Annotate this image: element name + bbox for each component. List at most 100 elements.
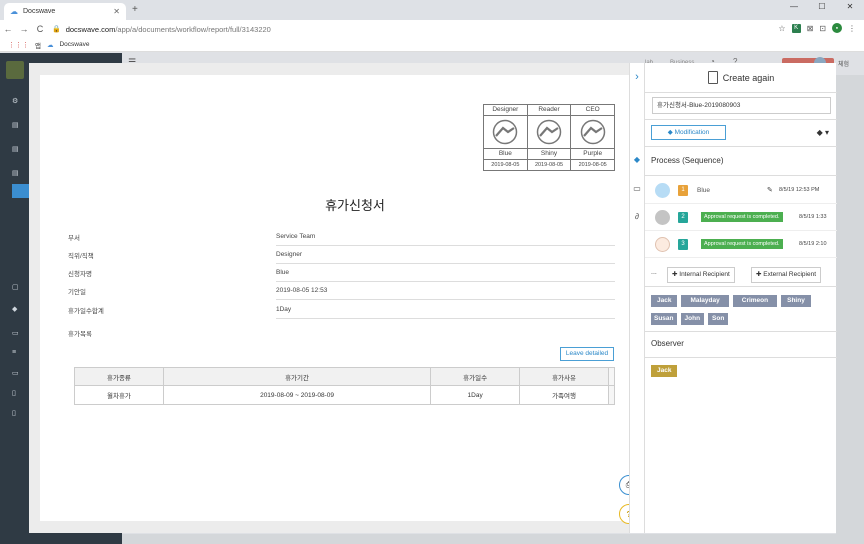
status-badge: Approval request is completed.	[701, 239, 783, 249]
side-panel: Create again 휴가신청서-Blue-2019080903 ◆ Mod…	[644, 63, 837, 533]
approval-col-designer: Designer Blue 2019-08-05	[484, 105, 528, 170]
more-dots[interactable]: ...	[651, 269, 657, 276]
field-label: 휴가목록	[68, 331, 92, 338]
screenshot-extension-icon[interactable]: ⊠	[807, 24, 814, 33]
field-department: 부서 Service Team	[68, 228, 615, 246]
panel-title: Create again	[722, 72, 775, 83]
sidebar-doc-icon-2: ▤	[12, 146, 19, 153]
field-value: Service Team	[276, 228, 615, 246]
bookmark-docswave[interactable]: Docswave	[59, 41, 89, 48]
field-draft-date: 기안일 2019-08-05 12:53	[68, 282, 615, 300]
create-again-header[interactable]: Create again	[645, 63, 837, 93]
address-bar[interactable]: 🔒 docswave.com/app/a/documents/workflow/…	[52, 22, 774, 36]
field-value: Blue	[276, 264, 615, 282]
kaspersky-extension-icon[interactable]: K	[791, 23, 801, 33]
modification-label: Modification	[674, 129, 710, 136]
internal-recipient-label: Internal Recipient	[679, 271, 730, 278]
app-bg-right	[836, 75, 864, 544]
collapse-panel-chevron-icon[interactable]: ›	[630, 71, 644, 83]
recipient-chip[interactable]: John	[680, 312, 705, 325]
tag-icon: ◆	[667, 129, 675, 136]
bookmark-star-icon[interactable]: ☆	[778, 24, 785, 33]
edit-pencil-icon[interactable]: ✎	[767, 185, 773, 196]
step-number: 3	[678, 239, 688, 250]
recipient-chip[interactable]: Malayday	[681, 295, 729, 307]
approval-name: Blue	[484, 149, 527, 160]
browser-tab[interactable]: ☁ Docswave ✕	[4, 3, 126, 20]
sidebar-box-icon: ▭	[12, 370, 19, 377]
sidebar-monitor-icon: ▭	[12, 330, 19, 337]
browser-toolbar: ← → C 🔒 docswave.com/app/a/documents/wor…	[0, 20, 864, 38]
step-time: 8/5/19 12:53 PM	[779, 187, 820, 193]
approval-role: CEO	[571, 105, 615, 116]
field-label: 부서	[68, 235, 80, 242]
table-cell: 가족여행	[519, 385, 609, 405]
recipient-chip[interactable]: Susan	[651, 312, 677, 325]
divider	[645, 175, 837, 176]
bookmark-apps[interactable]: 앱	[35, 40, 41, 50]
step-user: Blue	[697, 187, 711, 194]
forward-icon[interactable]: →	[16, 24, 32, 34]
process-step-1: 1 Blue ✎ 8/5/19 12:53 PM	[645, 177, 837, 204]
table-header: 휴가사유	[519, 367, 609, 386]
observer-chip[interactable]: Jack	[651, 365, 678, 377]
recipient-chip[interactable]: Son	[708, 312, 729, 325]
field-leave-list: 휴가목록	[68, 324, 615, 342]
app-logo-icon	[6, 61, 24, 79]
field-value: 2019-08-05 12:53	[276, 282, 615, 300]
strip-tag-icon[interactable]: ◆	[630, 155, 644, 164]
menu-kebab-icon[interactable]: ⋮	[848, 24, 856, 33]
user-name: 체험	[838, 62, 850, 68]
approval-stamp-icon	[571, 116, 615, 149]
document-number-field: 휴가신청서-Blue-2019080903	[652, 97, 831, 114]
sidebar-gear-icon: ⚙	[12, 98, 19, 105]
avatar	[655, 210, 670, 225]
reload-icon[interactable]: C	[32, 24, 48, 34]
table-cell: 2019-08-09 ~ 2019-08-09	[162, 385, 432, 405]
close-window-icon[interactable]: ✕	[836, 0, 864, 20]
leave-detailed-button[interactable]: Leave detailed	[560, 347, 614, 361]
tab-close-icon[interactable]: ✕	[113, 7, 120, 16]
recipient-chip[interactable]: Shiny	[781, 295, 811, 307]
table-header: 휴가기간	[162, 367, 432, 386]
step-time: 8/5/19 2:10	[799, 241, 827, 247]
approval-role: Designer	[484, 105, 527, 116]
table-header: 휴가종류	[74, 367, 164, 386]
table-header: 휴가일수	[430, 367, 521, 386]
modification-button[interactable]: ◆ Modification	[651, 125, 726, 140]
approval-col-ceo: CEO Purple 2019-08-05	[571, 105, 615, 170]
profile-avatar-icon[interactable]: ●	[832, 23, 842, 33]
internal-recipient-button[interactable]: ✚ Internal Recipient	[667, 267, 735, 283]
step-number: 2	[678, 212, 688, 223]
process-step-2: 2 Approval request is completed. 8/5/19 …	[645, 204, 837, 231]
recipient-chip[interactable]: Crimeon	[732, 295, 778, 307]
document-title: 휴가신청서	[325, 198, 385, 213]
recipient-chip[interactable]: Jack	[651, 295, 678, 307]
new-tab-icon[interactable]: +	[132, 4, 138, 15]
approval-name: Purple	[571, 149, 615, 160]
sidebar-list-icon: ▯	[12, 410, 16, 417]
app-bg-bottom	[122, 534, 864, 544]
back-icon[interactable]: ←	[0, 24, 16, 34]
strip-comment-icon[interactable]: ▭	[630, 184, 644, 193]
url-host: docswave.com	[65, 24, 116, 34]
sidebar-doc-icon: ▤	[12, 122, 19, 129]
strip-attachment-icon[interactable]: ∂	[630, 212, 644, 221]
lock-icon: 🔒	[52, 26, 61, 33]
document-icon	[707, 71, 718, 84]
modification-row: ◆ Modification ◆ ▾	[645, 119, 837, 147]
bookmarks-bar: ⋮⋮⋮ 앱 ☁ Docswave	[0, 38, 864, 52]
recipient-row: ... ✚ Internal Recipient ✚ External Reci…	[645, 263, 837, 287]
maximize-icon[interactable]: ☐	[808, 0, 836, 20]
leave-table: 휴가종류 휴가기간 휴가일수 휴가사유 월차휴가 2019-08-09 ~ 20…	[74, 367, 615, 405]
extension-puzzle-icon[interactable]: ⊡	[819, 24, 826, 33]
minimize-icon[interactable]: —	[780, 0, 808, 20]
panel-side-strip: › ◆ ▭ ∂	[629, 63, 644, 533]
external-recipient-button[interactable]: ✚ External Recipient	[751, 267, 822, 283]
status-badge: Approval request is completed.	[701, 212, 783, 222]
apps-grid-icon[interactable]: ⋮⋮⋮	[8, 41, 29, 49]
sidebar-note-icon: ▯	[12, 390, 16, 397]
docswave-bookmark-icon: ☁	[46, 41, 54, 49]
field-position: 직위/직책 Designer	[68, 246, 615, 264]
tag-dropdown-icon[interactable]: ◆ ▾	[817, 128, 829, 137]
